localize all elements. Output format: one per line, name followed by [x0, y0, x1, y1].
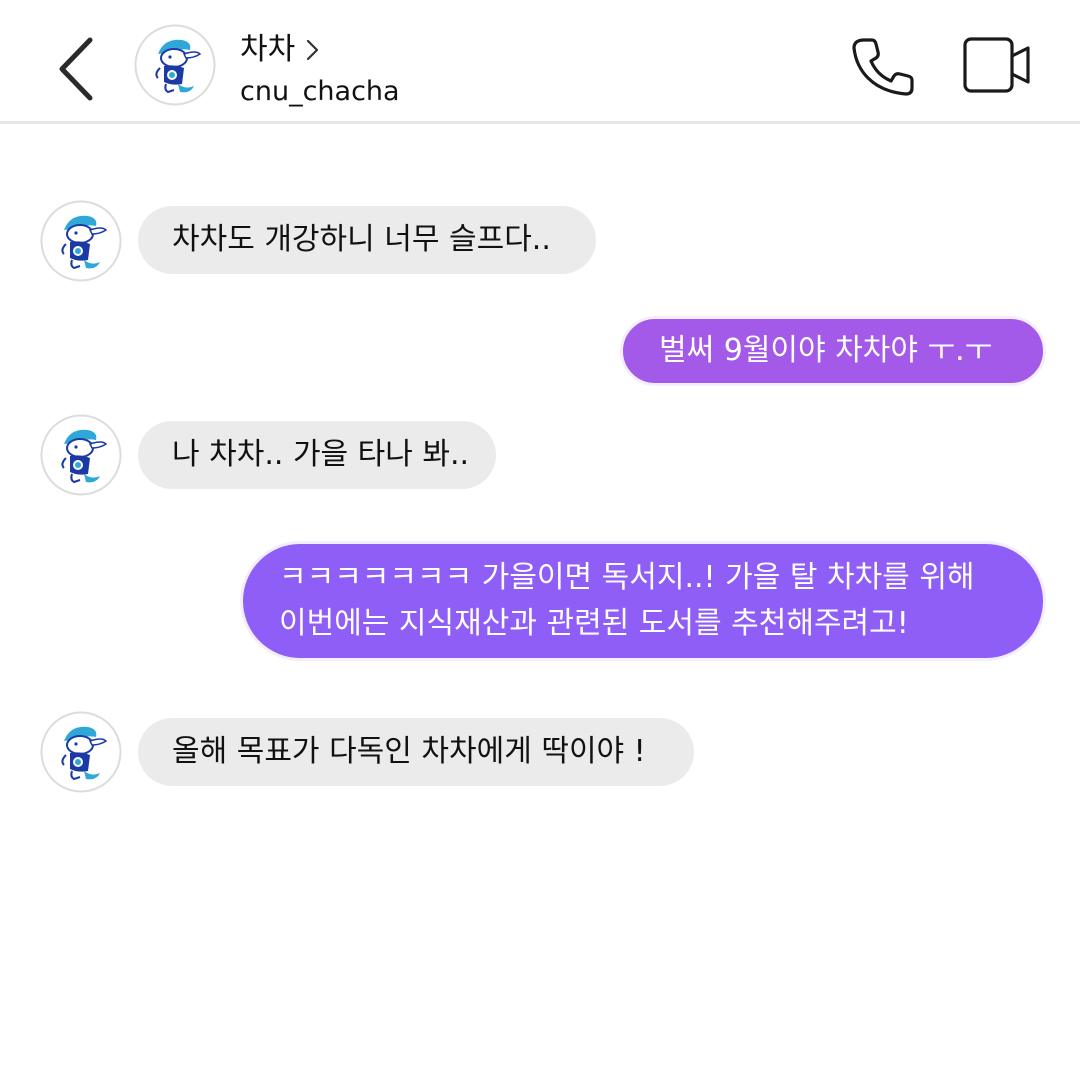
chat-header: 차차 cnu_chacha	[0, 0, 1080, 124]
mascot-avatar	[134, 24, 216, 106]
phone-icon	[852, 38, 914, 96]
contact-avatar[interactable]	[134, 24, 216, 106]
mascot-avatar	[40, 414, 122, 496]
video-camera-icon	[963, 37, 1030, 93]
contact-avatar[interactable]	[40, 711, 122, 793]
video-call-button[interactable]	[962, 36, 1034, 94]
contact-name-link[interactable]: 차차	[240, 30, 321, 70]
contact-name: 차차	[240, 32, 296, 67]
chevron-left-icon	[59, 37, 93, 101]
message-text: 차차도 개강하니 너무 슬프다..	[172, 222, 551, 257]
message-bubble-outgoing[interactable]: ㅋㅋㅋㅋㅋㅋㅋ 가을이면 독서지..! 가을 탈 차차를 위해 이번에는 지식재…	[240, 541, 1046, 661]
message-text: 올해 목표가 다독인 차차에게 딱이야 !	[172, 734, 646, 769]
contact-avatar[interactable]	[40, 200, 122, 282]
mascot-avatar	[40, 711, 122, 793]
chat-screen: 차차 cnu_chacha 차차도 개강하니 너무 슬프다.. 벌써 9월이야 …	[0, 0, 1080, 1080]
back-button[interactable]	[50, 32, 106, 106]
message-text-line: 이번에는 지식재산과 관련된 도서를 추천해주려고!	[279, 606, 909, 641]
message-bubble-outgoing[interactable]: 벌써 9월이야 차차야 ㅜ.ㅜ	[620, 316, 1046, 386]
contact-avatar[interactable]	[40, 414, 122, 496]
message-bubble-incoming[interactable]: 올해 목표가 다독인 차차에게 딱이야 !	[138, 718, 694, 786]
message-text: 벌써 9월이야 차차야 ㅜ.ㅜ	[659, 333, 993, 368]
mascot-avatar	[40, 200, 122, 282]
message-bubble-incoming[interactable]: 나 차차.. 가을 타나 봐..	[138, 421, 496, 489]
voice-call-button[interactable]	[850, 36, 918, 98]
contact-handle: cnu_chacha	[240, 76, 400, 107]
message-text-line: ㅋㅋㅋㅋㅋㅋㅋ 가을이면 독서지..! 가을 탈 차차를 위해	[279, 560, 975, 595]
message-bubble-incoming[interactable]: 차차도 개강하니 너무 슬프다..	[138, 206, 596, 274]
message-text: 나 차차.. 가을 타나 봐..	[172, 437, 470, 472]
chevron-right-icon	[307, 39, 319, 61]
